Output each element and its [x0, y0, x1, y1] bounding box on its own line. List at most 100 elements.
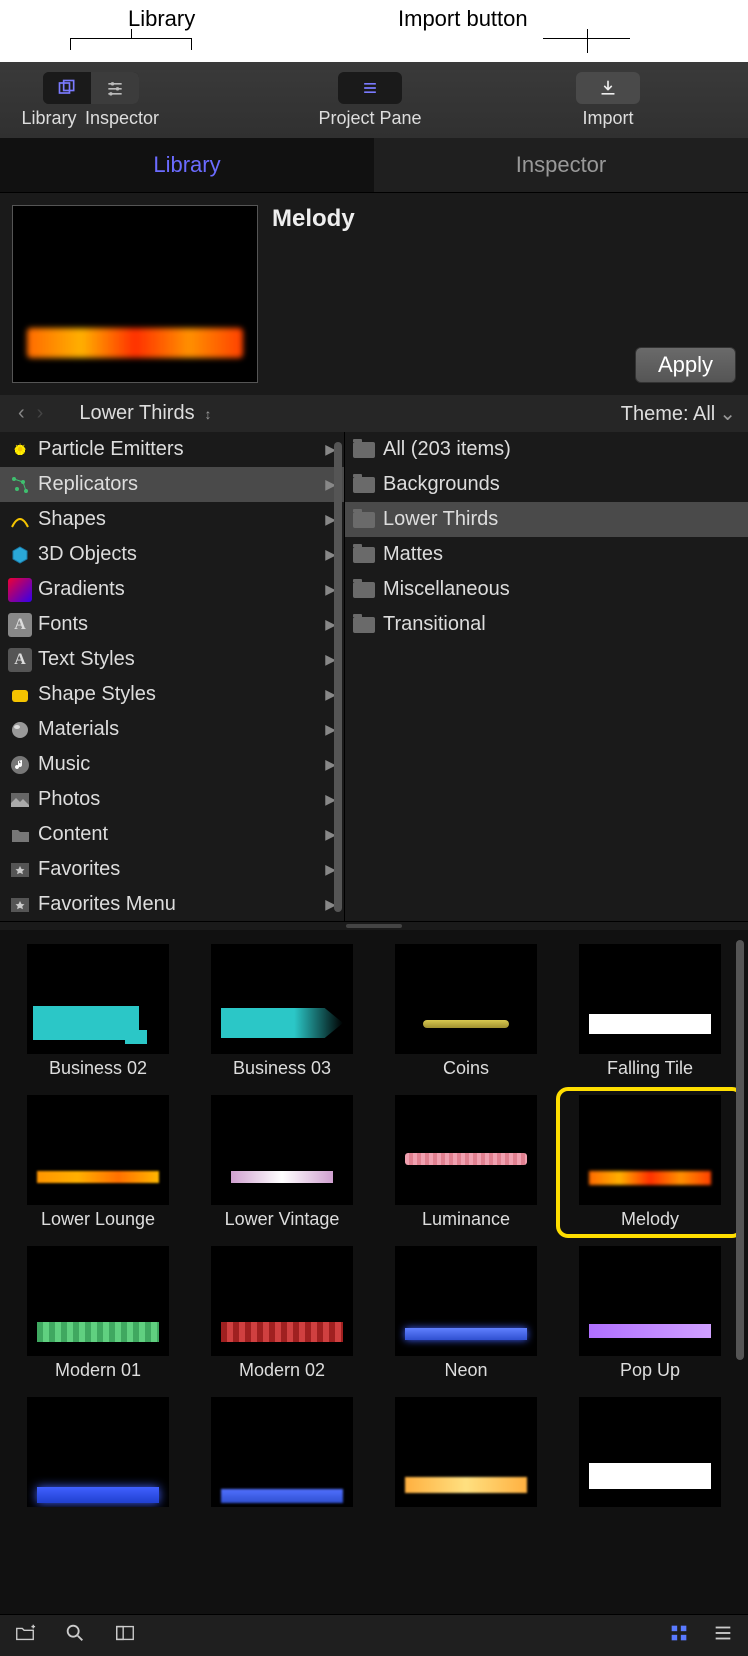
- category-label: Favorites Menu: [38, 893, 176, 916]
- preset-item[interactable]: [560, 1393, 740, 1515]
- preset-label: Modern 01: [55, 1360, 141, 1381]
- scrollbar[interactable]: [334, 442, 342, 912]
- preset-item[interactable]: Modern 02: [192, 1242, 372, 1385]
- list-lines-icon: [712, 1622, 734, 1644]
- preset-item[interactable]: Lower Lounge: [8, 1091, 188, 1234]
- preset-item[interactable]: Business 03: [192, 940, 372, 1083]
- preset-item[interactable]: Pop Up: [560, 1242, 740, 1385]
- project-pane-button[interactable]: [338, 72, 402, 104]
- preset-thumbnail: [211, 1397, 353, 1507]
- list-icon: [360, 78, 380, 98]
- category-row[interactable]: Photos▶: [0, 782, 344, 817]
- window-button[interactable]: [114, 1622, 136, 1649]
- subfolder-row[interactable]: Mattes: [345, 537, 748, 572]
- subfolder-label: Lower Thirds: [383, 508, 498, 531]
- preview-title: Melody: [272, 205, 736, 233]
- apply-button[interactable]: Apply: [635, 347, 736, 383]
- chevron-updown-icon: ↕: [201, 406, 212, 422]
- sliders-icon: [105, 78, 125, 98]
- subfolder-label: Transitional: [383, 613, 486, 636]
- nav-forward-button[interactable]: ›: [31, 402, 50, 425]
- pane-resize-handle[interactable]: [0, 922, 748, 930]
- category-row[interactable]: ☀Particle Emitters▶: [0, 432, 344, 467]
- scrollbar[interactable]: [736, 940, 744, 1360]
- category-label: Gradients: [38, 578, 125, 601]
- category-browser: ☀Particle Emitters▶Replicators▶Shapes▶3D…: [0, 432, 748, 922]
- breadcrumb[interactable]: Lower Thirds ↕: [79, 402, 211, 425]
- category-row[interactable]: Content▶: [0, 817, 344, 852]
- subfolder-row[interactable]: Transitional: [345, 607, 748, 642]
- category-label: Shapes: [38, 508, 106, 531]
- category-row[interactable]: Favorites▶: [0, 852, 344, 887]
- folder-icon: [353, 477, 375, 493]
- subfolder-row[interactable]: Lower Thirds: [345, 502, 748, 537]
- preset-thumbnail: [27, 944, 169, 1054]
- category-row[interactable]: AText Styles▶: [0, 642, 344, 677]
- category-row[interactable]: Music▶: [0, 747, 344, 782]
- search-icon: [64, 1622, 86, 1644]
- preset-thumbnail: [27, 1246, 169, 1356]
- category-row[interactable]: Favorites Menu▶: [0, 887, 344, 921]
- inspector-toggle-button[interactable]: [91, 72, 139, 104]
- preset-item[interactable]: [8, 1393, 188, 1515]
- preset-item[interactable]: Modern 01: [8, 1242, 188, 1385]
- grid-view-button[interactable]: [668, 1622, 690, 1649]
- category-row[interactable]: Gradients▶: [0, 572, 344, 607]
- preset-item[interactable]: Falling Tile: [560, 940, 740, 1083]
- theme-dropdown[interactable]: Theme: All⌄: [621, 401, 736, 426]
- subfolder-row[interactable]: Miscellaneous: [345, 572, 748, 607]
- search-button[interactable]: [64, 1622, 86, 1649]
- category-list[interactable]: ☀Particle Emitters▶Replicators▶Shapes▶3D…: [0, 432, 344, 921]
- category-row[interactable]: Shapes▶: [0, 502, 344, 537]
- folder-icon: [353, 547, 375, 563]
- preset-item[interactable]: Coins: [376, 940, 556, 1083]
- new-folder-button[interactable]: [14, 1622, 36, 1649]
- import-button[interactable]: [576, 72, 640, 104]
- preset-label: Luminance: [422, 1209, 510, 1230]
- tab-library[interactable]: Library: [0, 138, 374, 192]
- annotation-callouts: Library Import button: [0, 0, 748, 62]
- preset-item[interactable]: [192, 1393, 372, 1515]
- subfolder-row[interactable]: Backgrounds: [345, 467, 748, 502]
- preset-label: Neon: [444, 1360, 487, 1381]
- callout-bracket: [70, 38, 192, 50]
- callout-line: [543, 38, 630, 50]
- inspector-label: Inspector: [80, 108, 164, 129]
- preset-item[interactable]: Business 02: [8, 940, 188, 1083]
- preset-grid[interactable]: Business 02Business 03 Coins Falling Tile L…: [0, 930, 748, 1614]
- category-label: Fonts: [38, 613, 88, 636]
- subfolder-row[interactable]: All (203 items): [345, 432, 748, 467]
- category-label: Particle Emitters: [38, 438, 184, 461]
- preset-label: Lower Lounge: [41, 1209, 155, 1230]
- category-row[interactable]: Shape Styles▶: [0, 677, 344, 712]
- import-label: Import: [582, 108, 633, 129]
- category-label: Shape Styles: [38, 683, 156, 706]
- nav-back-button[interactable]: ‹: [12, 402, 31, 425]
- library-toggle-button[interactable]: [43, 72, 91, 104]
- category-row[interactable]: Replicators▶: [0, 467, 344, 502]
- project-pane-label: Project Pane: [318, 108, 421, 129]
- toolbar: Library Inspector Project Pane Import: [0, 62, 748, 138]
- preset-label: Melody: [621, 1209, 679, 1230]
- preset-item[interactable]: Melody: [560, 1091, 740, 1234]
- subfolder-list[interactable]: All (203 items)Backgrounds Lower Thirds Ma…: [344, 432, 748, 921]
- category-label: Materials: [38, 718, 119, 741]
- tab-inspector[interactable]: Inspector: [374, 138, 748, 192]
- category-row[interactable]: 3D Objects▶: [0, 537, 344, 572]
- preset-label: Coins: [443, 1058, 489, 1079]
- chevron-down-icon: ⌄: [719, 403, 736, 425]
- bottom-toolbar: [0, 1614, 748, 1656]
- callout-import: Import button: [398, 6, 528, 32]
- preset-item[interactable]: Lower Vintage: [192, 1091, 372, 1234]
- category-label: Photos: [38, 788, 100, 811]
- preset-item[interactable]: [376, 1393, 556, 1515]
- category-row[interactable]: AFonts▶: [0, 607, 344, 642]
- category-row[interactable]: Materials▶: [0, 712, 344, 747]
- list-view-button[interactable]: [712, 1622, 734, 1649]
- preset-label: Falling Tile: [607, 1058, 693, 1079]
- folder-icon: [353, 512, 375, 528]
- toolbar-group-library-inspector: Library Inspector: [18, 72, 164, 129]
- preset-item[interactable]: Luminance: [376, 1091, 556, 1234]
- preset-thumbnail: [395, 1397, 537, 1507]
- preset-item[interactable]: Neon: [376, 1242, 556, 1385]
